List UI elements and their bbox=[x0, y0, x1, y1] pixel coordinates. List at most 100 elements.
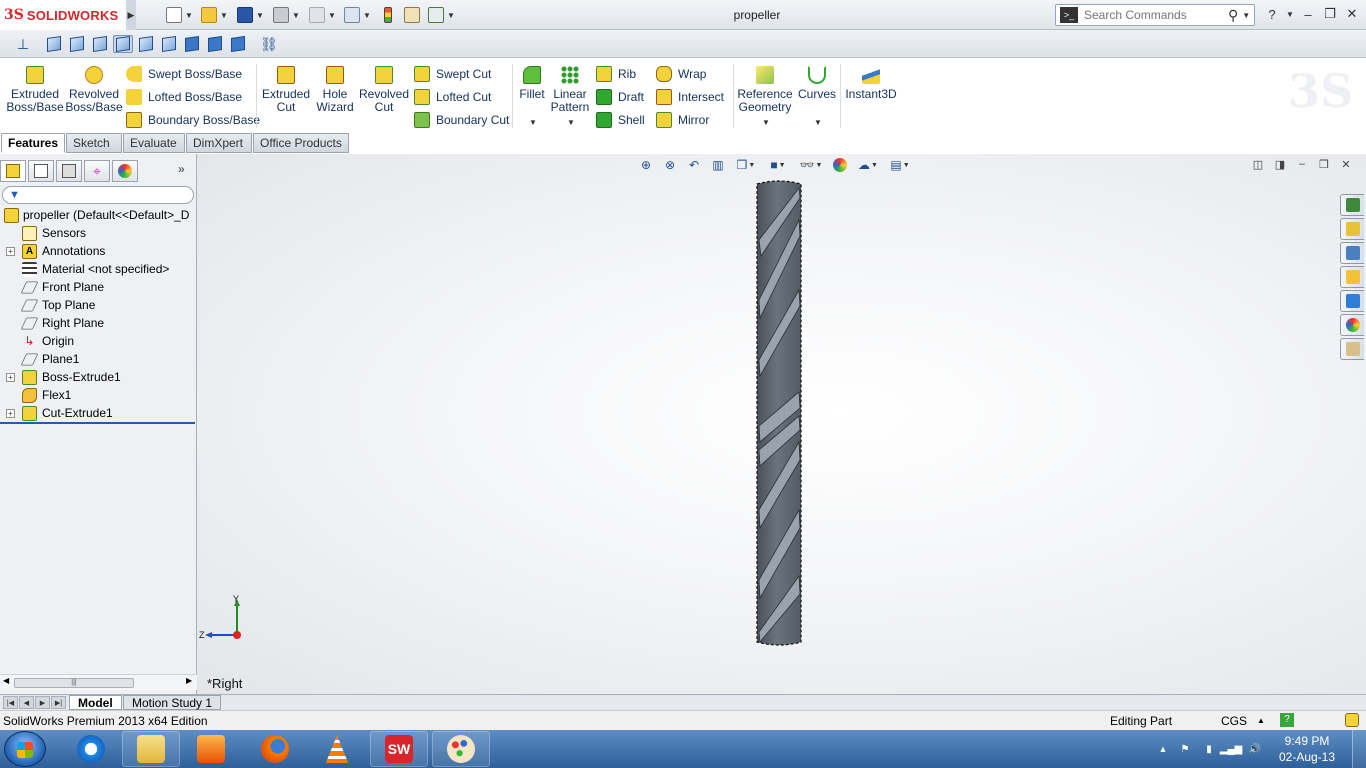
view-front-button[interactable] bbox=[44, 35, 64, 53]
tab-sketch[interactable]: Sketch bbox=[66, 133, 122, 153]
tab-design-library[interactable] bbox=[1340, 242, 1364, 264]
unit-system[interactable]: CGS bbox=[1221, 714, 1247, 728]
taskbar-vlc[interactable] bbox=[308, 731, 366, 767]
tag-icon[interactable] bbox=[1345, 713, 1359, 727]
view-orientation-button[interactable]: ❒ ▼ bbox=[733, 156, 759, 174]
swept-boss-button[interactable]: Swept Boss/Base bbox=[126, 66, 242, 82]
tab-file-explorer[interactable] bbox=[1340, 266, 1364, 288]
search-commands-box[interactable]: >_ ⚲ ▼ bbox=[1055, 4, 1255, 26]
tab-dimxpert[interactable]: DimXpert bbox=[186, 133, 252, 153]
reference-geometry-button[interactable]: Reference Geometry bbox=[737, 66, 793, 114]
zoom-to-area-button[interactable]: ⊗ bbox=[661, 156, 679, 174]
graphics-area[interactable]: ⊕ ⊗ ↶ ▥ ❒ ▼ ■ ▼ 👓 ▼ ☁ ▼ ▤ ▼ ◫ ◨ – ❐ ✕ Y … bbox=[197, 154, 1366, 694]
tree-item-annotations[interactable]: + A Annotations bbox=[0, 242, 195, 260]
tree-filter[interactable]: ▼ bbox=[2, 186, 194, 204]
view-isometric-button[interactable] bbox=[182, 35, 202, 53]
view-top-button[interactable] bbox=[136, 35, 156, 53]
taskbar-paint[interactable] bbox=[432, 731, 490, 767]
linear-pattern-button[interactable]: Linear Pattern bbox=[550, 66, 590, 114]
linear-pattern-dropdown-icon[interactable]: ▼ bbox=[567, 118, 575, 127]
tab-model[interactable]: Model bbox=[69, 695, 122, 710]
revolved-cut-button[interactable]: Revolved Cut bbox=[358, 66, 410, 114]
last-tab-icon[interactable]: ▶| bbox=[51, 696, 66, 709]
menu-flyout-arrow-icon[interactable]: ▶ bbox=[126, 0, 136, 30]
wrap-button[interactable]: Wrap bbox=[656, 66, 706, 82]
select-button[interactable]: ▼ bbox=[344, 5, 371, 25]
system-clock[interactable]: 9:49 PM 02-Aug-13 bbox=[1272, 733, 1342, 765]
show-hidden-icons-icon[interactable]: ▲ bbox=[1156, 742, 1170, 756]
tab-displaymanager[interactable] bbox=[112, 160, 138, 182]
previous-tab-icon[interactable]: ◀ bbox=[19, 696, 34, 709]
boundary-cut-button[interactable]: Boundary Cut bbox=[414, 112, 509, 128]
link-view-icon[interactable]: ◨ bbox=[1269, 154, 1291, 174]
instant3d-button[interactable]: Instant3D bbox=[845, 66, 897, 101]
help-dropdown-icon[interactable]: ▼ bbox=[1280, 5, 1300, 23]
taskbar-internet-explorer[interactable] bbox=[62, 731, 120, 767]
open-button[interactable]: ▼ bbox=[201, 5, 228, 25]
view-left-button[interactable] bbox=[90, 35, 110, 53]
view-right-button[interactable] bbox=[113, 35, 133, 53]
tree-root[interactable]: propeller (Default<<Default>_D bbox=[0, 206, 195, 224]
solidworks-logo[interactable]: 3S SOLIDWORKS bbox=[0, 0, 126, 30]
save-button[interactable]: ▼ bbox=[237, 5, 264, 25]
tab-configurationmanager[interactable] bbox=[56, 160, 82, 182]
edit-appearance-button[interactable] bbox=[831, 156, 849, 174]
taskbar-solidworks[interactable]: SW bbox=[370, 731, 428, 767]
help-status-icon[interactable]: ? bbox=[1280, 713, 1294, 727]
tree-item-plane1[interactable]: Plane1 bbox=[0, 350, 195, 368]
tab-featuremanager[interactable] bbox=[0, 160, 26, 182]
new-document-button[interactable]: ▼ bbox=[166, 5, 193, 25]
previous-view-button[interactable]: ↶ bbox=[685, 156, 703, 174]
restore-doc-icon[interactable]: ❐ bbox=[1313, 154, 1335, 174]
revolved-boss-button[interactable]: Revolved Boss/Base bbox=[65, 66, 123, 114]
restore-window-button[interactable]: ❐ bbox=[1320, 5, 1340, 23]
lofted-cut-button[interactable]: Lofted Cut bbox=[414, 89, 491, 105]
taskbar-firefox[interactable] bbox=[246, 731, 304, 767]
tree-item-right-plane[interactable]: Right Plane bbox=[0, 314, 195, 332]
minimize-doc-icon[interactable]: – bbox=[1291, 154, 1313, 174]
close-doc-icon[interactable]: ✕ bbox=[1335, 154, 1357, 174]
taskbar-file-explorer[interactable] bbox=[122, 731, 180, 767]
view-dimetric-button[interactable] bbox=[228, 35, 248, 53]
undo-button[interactable]: ▼ bbox=[309, 5, 336, 25]
search-icon[interactable]: ⚲ bbox=[1228, 7, 1238, 24]
expand-icon[interactable]: + bbox=[6, 246, 15, 256]
curves-dropdown-icon[interactable]: ▼ bbox=[814, 118, 822, 127]
tab-home[interactable] bbox=[1340, 218, 1364, 240]
tree-item-material[interactable]: Material <not specified> bbox=[0, 260, 195, 278]
tree-item-cut-extrude1[interactable]: + Cut-Extrude1 bbox=[0, 404, 195, 422]
intersect-button[interactable]: Intersect bbox=[656, 89, 724, 105]
hide-show-items-button[interactable]: 👓 ▼ bbox=[797, 156, 825, 174]
expand-panel-icon[interactable]: » bbox=[178, 162, 185, 176]
tab-motion-study-1[interactable]: Motion Study 1 bbox=[123, 695, 222, 710]
scroll-left-icon[interactable]: ◀ bbox=[3, 676, 9, 685]
split-view-icon[interactable]: ◫ bbox=[1247, 154, 1269, 174]
battery-icon[interactable]: ▮ bbox=[1202, 742, 1216, 756]
propeller-model[interactable] bbox=[753, 180, 805, 648]
volume-icon[interactable]: 🔊 bbox=[1248, 742, 1262, 756]
view-back-button[interactable] bbox=[67, 35, 87, 53]
draft-button[interactable]: Draft bbox=[596, 89, 644, 105]
tab-solidworks-resources[interactable] bbox=[1340, 194, 1364, 216]
tree-item-front-plane[interactable]: Front Plane bbox=[0, 278, 195, 296]
tab-office-products[interactable]: Office Products bbox=[253, 133, 349, 153]
shell-button[interactable]: Shell bbox=[596, 112, 645, 128]
view-trimetric-button[interactable] bbox=[205, 35, 225, 53]
unit-dropdown-icon[interactable]: ▲ bbox=[1257, 716, 1265, 725]
rebuild-button[interactable] bbox=[384, 5, 392, 25]
help-icon[interactable]: ? bbox=[1262, 5, 1282, 23]
tab-features[interactable]: Features bbox=[1, 133, 65, 153]
first-tab-icon[interactable]: |◀ bbox=[3, 696, 18, 709]
view-bottom-button[interactable] bbox=[159, 35, 179, 53]
next-tab-icon[interactable]: ▶ bbox=[35, 696, 50, 709]
horizontal-scrollbar[interactable]: ◀ ||| ▶ bbox=[0, 674, 197, 690]
tree-item-boss-extrude1[interactable]: + Boss-Extrude1 bbox=[0, 368, 195, 386]
tab-evaluate[interactable]: Evaluate bbox=[123, 133, 185, 153]
boundary-boss-button[interactable]: Boundary Boss/Base bbox=[126, 112, 260, 128]
tree-item-flex1[interactable]: Flex1 bbox=[0, 386, 195, 404]
apply-scene-button[interactable]: ☁ ▼ bbox=[855, 156, 881, 174]
file-properties-button[interactable] bbox=[404, 5, 420, 25]
tree-item-sensors[interactable]: Sensors bbox=[0, 224, 195, 242]
expand-icon[interactable]: + bbox=[6, 408, 15, 418]
fillet-dropdown-icon[interactable]: ▼ bbox=[529, 118, 537, 127]
